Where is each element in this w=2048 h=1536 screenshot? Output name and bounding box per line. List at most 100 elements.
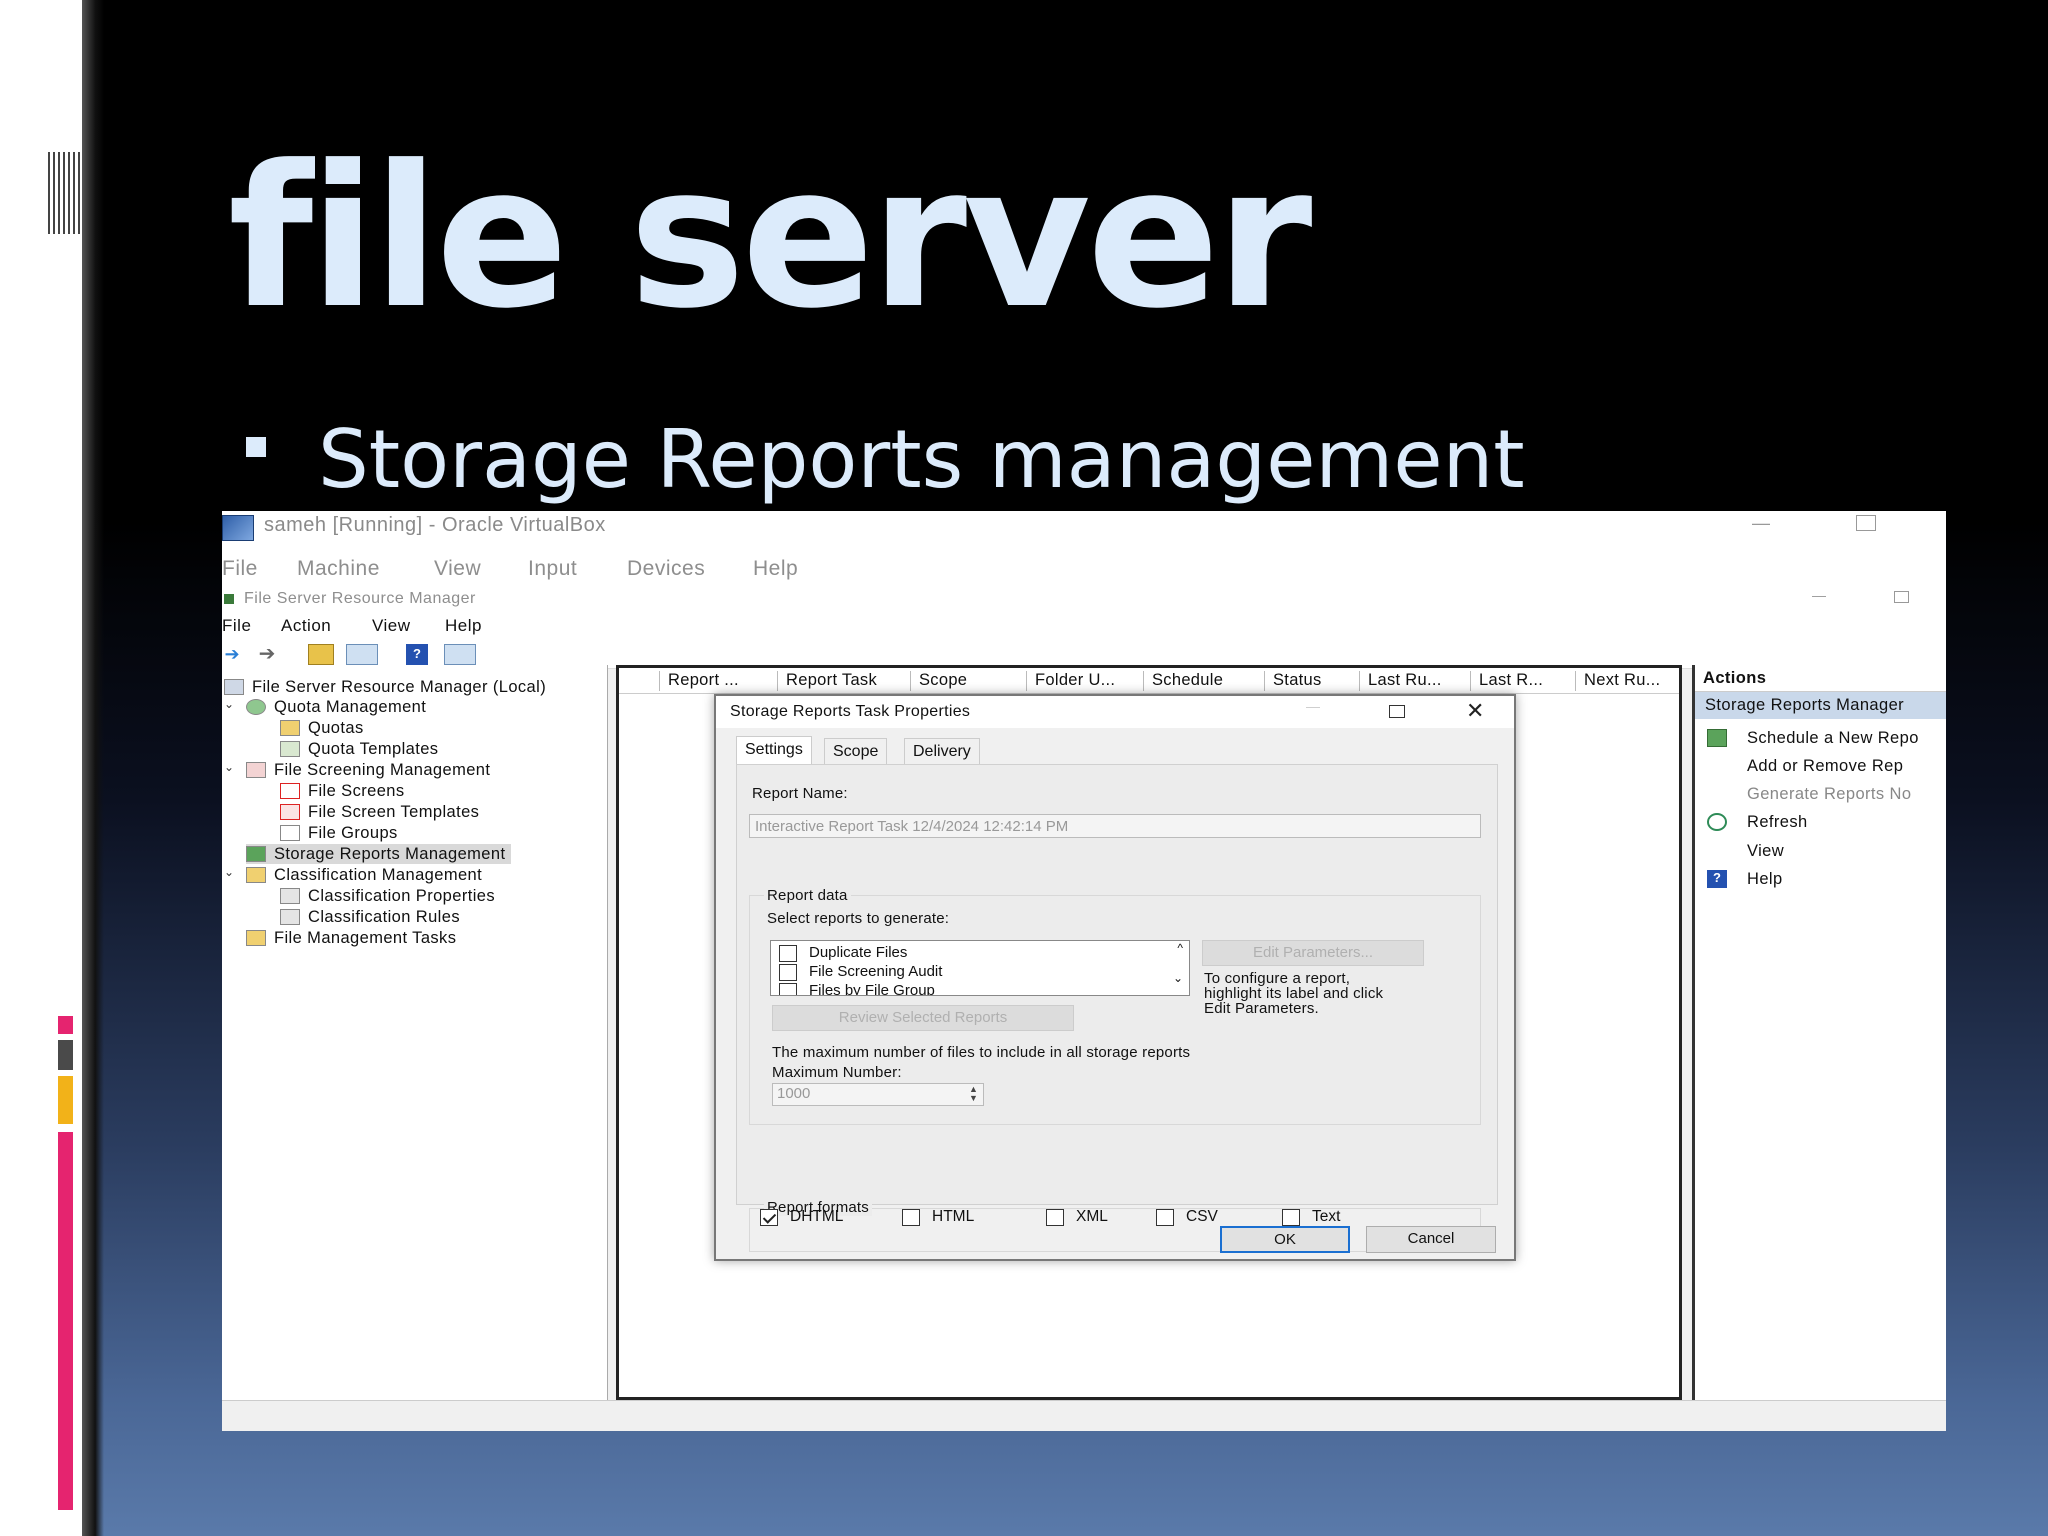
actions-section-header[interactable]: Storage Reports Manager <box>1695 692 1946 719</box>
csv-checkbox[interactable] <box>1156 1208 1174 1226</box>
review-selected-reports-button[interactable]: Review Selected Reports <box>772 1005 1074 1031</box>
vb-menu-file[interactable]: File <box>222 557 258 581</box>
vb-menu-devices[interactable]: Devices <box>627 557 705 581</box>
chevron-down-icon[interactable]: ⌄ <box>224 760 234 774</box>
format-text[interactable]: Text <box>1282 1208 1340 1226</box>
dialog-maximize-icon[interactable] <box>1389 705 1405 718</box>
list-item[interactable]: Files by File Group <box>779 982 935 995</box>
slide: file server Storage Reports management s… <box>0 0 2048 1536</box>
show-hide-tree-icon[interactable] <box>346 644 378 665</box>
fsrm-restore-icon[interactable] <box>1894 591 1909 603</box>
tree-item-fsrm-local[interactable]: File Server Resource Manager (Local) <box>224 677 546 697</box>
fsrm-menu-help[interactable]: Help <box>445 616 482 636</box>
tab-settings[interactable]: Settings <box>736 736 812 765</box>
vb-menu-input[interactable]: Input <box>528 557 577 581</box>
fsrm-menu-view[interactable]: View <box>372 616 411 636</box>
action-view[interactable]: View <box>1747 842 1784 861</box>
action-generate-reports-now: Generate Reports No <box>1747 785 1912 803</box>
list-item[interactable]: Duplicate Files <box>779 944 907 962</box>
fsrm-menu-file[interactable]: File <box>222 616 251 636</box>
format-html[interactable]: HTML <box>902 1208 974 1226</box>
vb-menu-machine[interactable]: Machine <box>297 557 380 581</box>
tree-item-file-screen-templates[interactable]: File Screen Templates <box>280 802 479 822</box>
action-schedule-new-report[interactable]: Schedule a New Repo <box>1747 729 1919 748</box>
tree-item-classification-management[interactable]: Classification Management <box>246 865 482 885</box>
vb-menu-view[interactable]: View <box>434 557 481 581</box>
number-spinner-icon[interactable]: ▲ ▼ <box>969 1085 978 1103</box>
vb-menu-help[interactable]: Help <box>753 557 798 581</box>
dialog-close-icon[interactable]: ✕ <box>1466 698 1484 724</box>
file-screen-icon <box>280 783 300 799</box>
fsrm-titlebar: File Server Resource Manager — <box>222 587 1946 613</box>
list-item[interactable]: File Screening Audit <box>779 963 942 981</box>
scroll-up-icon[interactable]: ^ <box>1177 941 1183 955</box>
max-number-input[interactable]: 1000 <box>772 1083 984 1106</box>
tree-item-quotas[interactable]: Quotas <box>280 718 364 738</box>
report-checkbox[interactable] <box>779 982 797 995</box>
tree-item-file-management-tasks[interactable]: File Management Tasks <box>246 928 456 948</box>
tree-item-file-groups[interactable]: File Groups <box>280 823 398 843</box>
html-checkbox[interactable] <box>902 1208 920 1226</box>
ok-button[interactable]: OK <box>1220 1226 1350 1253</box>
action-add-remove-reports[interactable]: Add or Remove Rep <box>1747 757 1903 776</box>
slide-title: file server <box>228 124 1312 352</box>
fsrm-minimize-icon[interactable]: — <box>1812 587 1826 603</box>
edit-parameters-button[interactable]: Edit Parameters... <box>1202 940 1424 966</box>
actions-pane: Actions Storage Reports Manager Schedule… <box>1692 665 1946 1400</box>
tree-item-classification-rules[interactable]: Classification Rules <box>280 907 460 927</box>
column-header[interactable]: Schedule <box>1143 671 1223 691</box>
report-name-field[interactable]: Interactive Report Task 12/4/2024 12:42:… <box>749 814 1481 838</box>
tree-item-quota-management[interactable]: Quota Management <box>246 697 426 717</box>
format-dhtml[interactable]: DHTML <box>760 1208 843 1226</box>
forward-icon[interactable]: ➔ <box>252 644 282 665</box>
show-hide-action-icon[interactable] <box>444 644 476 665</box>
column-header-row: Report ... Report Task Scope Folder U...… <box>619 668 1679 694</box>
column-header[interactable]: Last R... <box>1470 671 1543 691</box>
folder-icon <box>246 930 266 946</box>
format-csv[interactable]: CSV <box>1156 1208 1218 1226</box>
left-shadow <box>82 0 104 1536</box>
screen-icon <box>246 762 266 778</box>
action-help[interactable]: Help <box>1747 870 1783 889</box>
tree-item-classification-properties[interactable]: Classification Properties <box>280 886 495 906</box>
column-header[interactable]: Next Ru... <box>1575 671 1660 691</box>
column-header[interactable]: Folder U... <box>1026 671 1115 691</box>
slide-bullet-text: Storage Reports management <box>318 413 1525 506</box>
help-toolbar-icon[interactable]: ? <box>406 644 428 665</box>
fsrm-icon <box>224 594 234 604</box>
reports-listbox[interactable]: Duplicate Files File Screening Audit Fil… <box>770 940 1190 996</box>
tree-item-storage-reports-management[interactable]: Storage Reports Management <box>246 844 512 864</box>
chevron-down-icon[interactable]: ⌄ <box>224 865 234 879</box>
back-icon[interactable]: ➔ <box>222 644 242 665</box>
rules-icon <box>280 909 300 925</box>
column-header[interactable]: Status <box>1264 671 1322 691</box>
dialog-minimize-icon[interactable]: — <box>1306 698 1320 714</box>
tree-item-file-screening-management[interactable]: File Screening Management <box>246 760 490 780</box>
report-checkbox[interactable] <box>779 944 797 962</box>
format-xml[interactable]: XML <box>1046 1208 1108 1226</box>
tree-item-file-screens[interactable]: File Screens <box>280 781 405 801</box>
server-icon <box>224 679 244 695</box>
scroll-down-icon[interactable]: ⌄ <box>1173 971 1183 985</box>
tab-scope[interactable]: Scope <box>824 738 888 764</box>
minimize-icon[interactable]: — <box>1752 513 1770 534</box>
text-checkbox[interactable] <box>1282 1208 1300 1226</box>
column-header[interactable]: Report ... <box>659 671 739 691</box>
maximize-icon[interactable] <box>1856 515 1876 531</box>
xml-checkbox[interactable] <box>1046 1208 1064 1226</box>
actions-section-label: Storage Reports Manager <box>1705 696 1905 714</box>
virtualbox-menubar: File Machine View Input Devices Help <box>222 547 1946 587</box>
fsrm-menu-action[interactable]: Action <box>281 616 331 636</box>
cancel-button[interactable]: Cancel <box>1366 1226 1496 1253</box>
report-checkbox[interactable] <box>779 963 797 981</box>
column-header[interactable]: Scope <box>910 671 967 691</box>
tree-item-quota-templates[interactable]: Quota Templates <box>280 739 438 759</box>
dhtml-checkbox[interactable] <box>760 1208 778 1226</box>
virtualbox-titlebar: sameh [Running] - Oracle VirtualBox — <box>222 511 1946 547</box>
tab-delivery[interactable]: Delivery <box>904 738 980 764</box>
up-folder-icon[interactable] <box>308 644 334 665</box>
column-header[interactable]: Report Task <box>777 671 877 691</box>
chevron-down-icon[interactable]: ⌄ <box>224 697 234 711</box>
column-header[interactable]: Last Ru... <box>1359 671 1442 691</box>
action-refresh[interactable]: Refresh <box>1747 813 1808 832</box>
